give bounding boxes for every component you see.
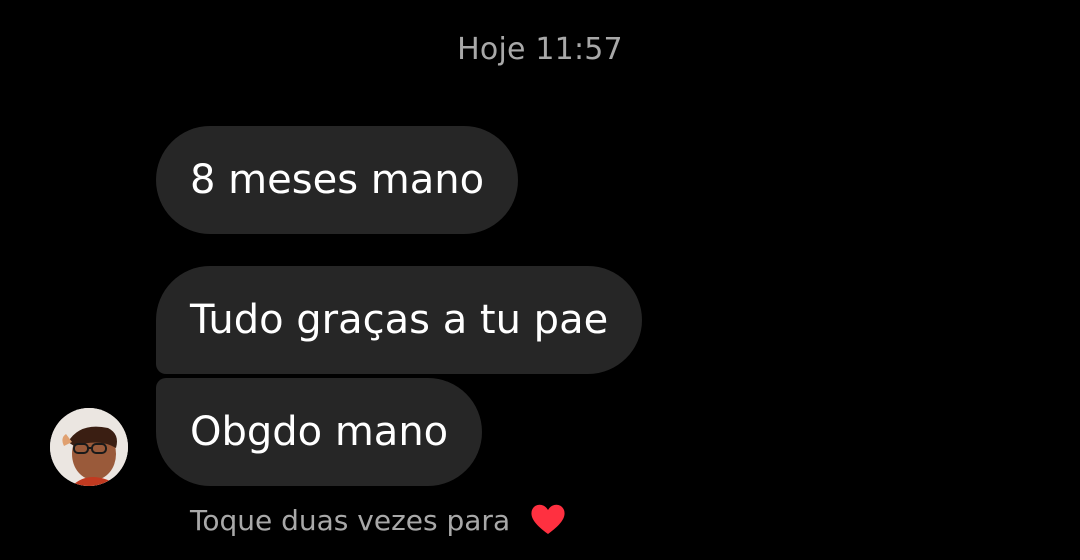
message-text: Obgdo mano bbox=[190, 409, 449, 455]
message-text: 8 meses mano bbox=[190, 157, 485, 203]
chat-timestamp: Hoje 11:57 bbox=[457, 32, 623, 67]
heart-icon bbox=[529, 502, 567, 543]
hint-text: Toque duas vezes para bbox=[190, 504, 511, 537]
message-bubble[interactable]: Tudo graças a tu pae bbox=[156, 266, 643, 374]
double-tap-hint: Toque duas vezes para bbox=[190, 502, 567, 543]
avatar-image bbox=[50, 408, 128, 486]
message-text: Tudo graças a tu pae bbox=[190, 297, 609, 343]
message-bubble[interactable]: 8 meses mano bbox=[156, 126, 519, 234]
sender-avatar[interactable] bbox=[50, 408, 128, 486]
message-bubble[interactable]: Obgdo mano bbox=[156, 378, 483, 486]
